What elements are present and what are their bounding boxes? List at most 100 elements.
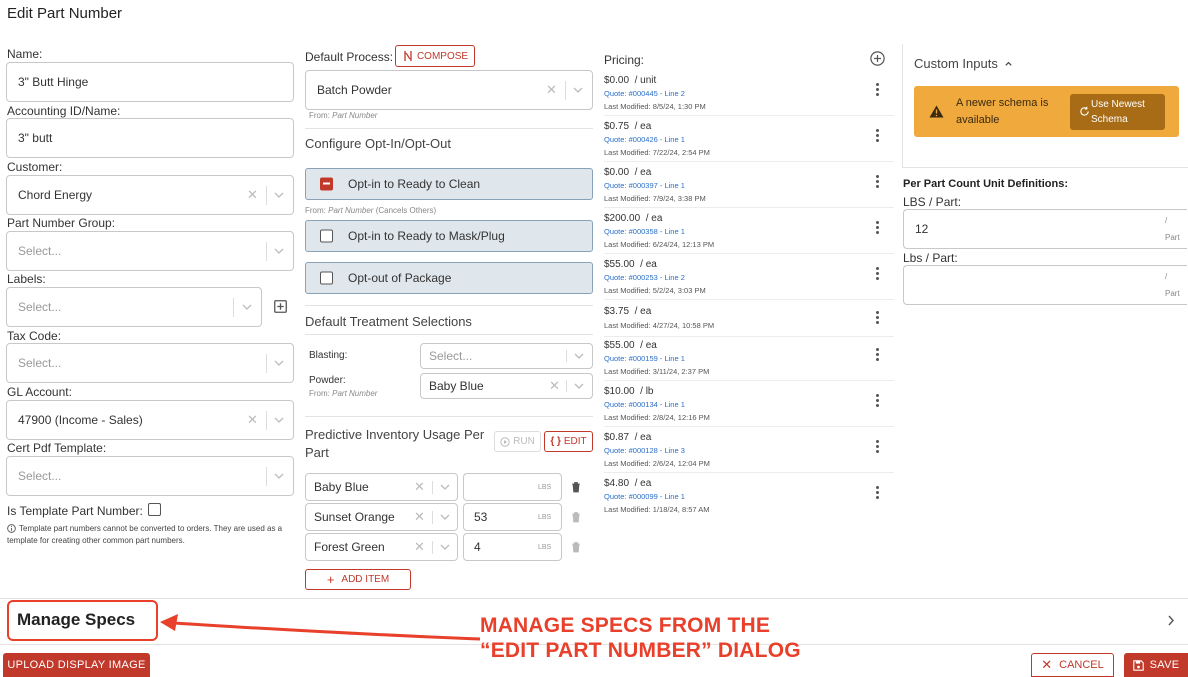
chevron-down-icon[interactable]	[440, 512, 450, 522]
option-checkbox[interactable]	[320, 271, 333, 285]
clear-icon[interactable]: ✕	[247, 187, 258, 203]
price-row[interactable]: $0.75 / ea Quote: #000426 - Line 1 Last …	[604, 121, 894, 163]
clear-icon[interactable]: ✕	[414, 509, 425, 525]
compose-button[interactable]: COMPOSE	[395, 45, 475, 67]
more-vert-icon[interactable]	[874, 129, 880, 145]
clear-icon[interactable]: ✕	[414, 479, 425, 495]
price-row[interactable]: $0.87 / ea Quote: #000128 - Line 3 Last …	[604, 432, 894, 474]
price-row[interactable]: $10.00 / lb Quote: #000134 - Line 1 Last…	[604, 386, 894, 428]
more-vert-icon[interactable]	[874, 394, 880, 410]
process-select[interactable]: Batch Powder ✕	[305, 70, 593, 110]
edit-button[interactable]: { } EDIT	[544, 431, 593, 452]
template-checkbox[interactable]	[148, 503, 161, 516]
blasting-label: Blasting:	[309, 350, 348, 361]
option-out-of-package[interactable]: Opt-out of Package	[305, 262, 593, 294]
customer-select[interactable]: Chord Energy ✕	[6, 175, 294, 215]
quote-link[interactable]: Quote: #000445 - Line 2	[604, 89, 685, 98]
quote-link[interactable]: Quote: #000159 - Line 1	[604, 354, 685, 363]
add-label-icon[interactable]	[274, 300, 287, 313]
price-row[interactable]: $55.00 / ea Quote: #000253 - Line 2 Last…	[604, 259, 894, 301]
inventory-item-value: Sunset Orange	[314, 510, 395, 524]
manage-specs-toggle[interactable]: Manage Specs	[17, 610, 135, 630]
group-label: Part Number Group:	[7, 216, 116, 230]
chevron-down-icon[interactable]	[274, 358, 284, 368]
tax-select[interactable]: Select...	[6, 343, 294, 383]
more-vert-icon[interactable]	[874, 221, 880, 237]
price-row[interactable]: $3.75 / ea Last Modified: 4/27/24, 10:58…	[604, 306, 894, 338]
chevron-down-icon[interactable]	[242, 302, 252, 312]
use-newest-schema-button[interactable]: Use Newest Schema	[1070, 94, 1165, 130]
option-checkbox[interactable]	[320, 177, 333, 191]
add-item-button[interactable]: + ADD ITEM	[305, 569, 411, 590]
price-row[interactable]: $0.00 / ea Quote: #000397 - Line 1 Last …	[604, 167, 894, 209]
save-button[interactable]: SAVE	[1124, 653, 1188, 677]
more-vert-icon[interactable]	[874, 440, 880, 456]
clear-icon[interactable]: ✕	[546, 82, 557, 98]
chevron-down-icon[interactable]	[274, 190, 284, 200]
price-row[interactable]: $0.00 / unit Quote: #000445 - Line 2 Las…	[604, 75, 894, 117]
row-divider	[604, 299, 894, 300]
name-input[interactable]: 3" Butt Hinge	[6, 62, 294, 102]
chevron-down-icon[interactable]	[440, 482, 450, 492]
add-price-icon[interactable]	[870, 51, 885, 66]
quote-link[interactable]: Quote: #000397 - Line 1	[604, 181, 685, 190]
quote-link[interactable]: Quote: #000358 - Line 1	[604, 227, 685, 236]
more-vert-icon[interactable]	[874, 175, 880, 191]
more-vert-icon[interactable]	[874, 311, 880, 327]
inventory-item-select[interactable]: Sunset Orange ✕	[305, 503, 458, 531]
clear-icon[interactable]: ✕	[549, 378, 560, 394]
labels-select[interactable]: Select...	[6, 287, 262, 327]
chevron-down-icon[interactable]	[274, 415, 284, 425]
trash-icon[interactable]	[571, 511, 581, 523]
quote-link[interactable]: Quote: #000128 - Line 3	[604, 446, 685, 455]
chevron-down-icon[interactable]	[574, 351, 584, 361]
inventory-qty-input[interactable]: LBS	[463, 473, 562, 501]
lbs-per-part-input[interactable]: 12 / Part	[903, 209, 1187, 249]
option-ready-to-mask[interactable]: Opt-in to Ready to Mask/Plug	[305, 220, 593, 252]
powder-select[interactable]: Baby Blue ✕	[420, 373, 593, 399]
price-row[interactable]: $4.80 / ea Quote: #000099 - Line 1 Last …	[604, 478, 894, 520]
clear-icon[interactable]: ✕	[414, 539, 425, 555]
chevron-down-icon[interactable]	[574, 381, 584, 391]
gl-select[interactable]: 47900 (Income - Sales) ✕	[6, 400, 294, 440]
quote-link[interactable]: Quote: #000099 - Line 1	[604, 492, 685, 501]
chevron-down-icon[interactable]	[440, 542, 450, 552]
run-button[interactable]: RUN	[494, 431, 541, 452]
price-row[interactable]: $200.00 / ea Quote: #000358 - Line 1 Las…	[604, 213, 894, 255]
more-vert-icon[interactable]	[874, 486, 880, 502]
row-divider	[604, 336, 894, 337]
more-vert-icon[interactable]	[874, 83, 880, 99]
more-vert-icon[interactable]	[874, 267, 880, 283]
custom-inputs-heading[interactable]: Custom Inputs	[914, 56, 1013, 71]
trash-icon[interactable]	[571, 481, 581, 493]
inventory-item-select[interactable]: Forest Green ✕	[305, 533, 458, 561]
price-unit: / ea	[634, 167, 652, 178]
trash-icon[interactable]	[571, 541, 581, 553]
more-vert-icon[interactable]	[874, 348, 880, 364]
upload-display-image-button[interactable]: UPLOAD DISPLAY IMAGE	[3, 653, 150, 677]
cert-select[interactable]: Select...	[6, 456, 294, 496]
clear-icon[interactable]: ✕	[247, 412, 258, 428]
blasting-select[interactable]: Select...	[420, 343, 593, 369]
chevron-down-icon[interactable]	[274, 471, 284, 481]
schema-notice-text: A newer schema is available	[956, 97, 1049, 126]
price-row[interactable]: $55.00 / ea Quote: #000159 - Line 1 Last…	[604, 340, 894, 382]
inventory-qty-input[interactable]: 4 LBS	[463, 533, 562, 561]
chevron-right-icon[interactable]	[1166, 614, 1176, 627]
row-divider	[604, 472, 894, 473]
accounting-input[interactable]: 3" butt	[6, 118, 294, 158]
group-select[interactable]: Select...	[6, 231, 294, 271]
option-checkbox[interactable]	[320, 229, 333, 243]
quote-link[interactable]: Quote: #000426 - Line 1	[604, 135, 685, 144]
quote-link[interactable]: Quote: #000253 - Line 2	[604, 273, 685, 282]
inventory-qty-input[interactable]: 53 LBS	[463, 503, 562, 531]
chevron-down-icon[interactable]	[274, 246, 284, 256]
chevron-up-icon[interactable]	[1004, 59, 1013, 68]
add-item-label: ADD ITEM	[341, 574, 390, 585]
lbs2-per-part-input[interactable]: / Part	[903, 265, 1187, 305]
quote-link[interactable]: Quote: #000134 - Line 1	[604, 400, 685, 409]
inventory-item-select[interactable]: Baby Blue ✕	[305, 473, 458, 501]
option-ready-to-clean[interactable]: Opt-in to Ready to Clean	[305, 168, 593, 200]
chevron-down-icon[interactable]	[573, 85, 583, 95]
cancel-button[interactable]: ✕ CANCEL	[1031, 653, 1114, 677]
